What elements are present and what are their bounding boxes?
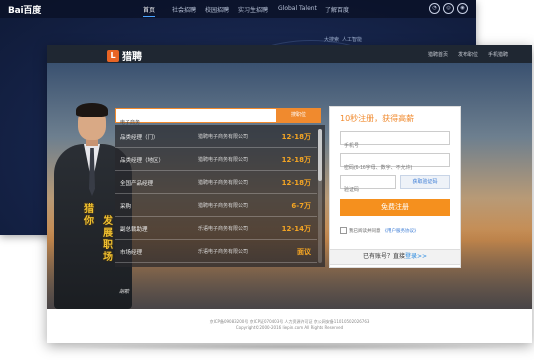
liepin-logo[interactable]: L 猎聘: [107, 48, 142, 63]
nav-global-talent[interactable]: Global Talent: [278, 5, 317, 12]
login-link[interactable]: 登录>>: [405, 253, 427, 260]
search-jobs-button[interactable]: 搜职位: [276, 108, 321, 123]
tag-ai: 人工智能: [342, 37, 363, 43]
top-links: 猎聘首页 发布职位 手机猎聘: [428, 51, 508, 58]
job-title: 副总裁助理: [120, 227, 148, 233]
window-shadow: [55, 343, 525, 351]
liepin-logo-icon: L: [107, 49, 119, 62]
job-row[interactable]: 全国产品经理 猎聘电子商务有限公司 12-18万: [115, 171, 317, 194]
agreement-link[interactable]: 《用户服务协议》: [383, 228, 419, 234]
baidu-navbar: Bai百度 首页 社会招聘 校园招聘 实习生招聘 Global Talent 了…: [0, 0, 476, 18]
agree-text: 我已阅读并同意: [349, 228, 381, 234]
job-company: 猎聘电子商务有限公司: [198, 180, 249, 186]
liepin-window: L 猎聘 猎聘首页 发布职位 手机猎聘 猎你 发展职场 胡歌 搜职位 品类经理（…: [47, 45, 532, 343]
phone-field[interactable]: [340, 131, 450, 152]
job-salary: 12-18万: [281, 133, 311, 141]
job-title: 品类经理（地区）: [120, 158, 165, 164]
nav-icons: ◔ ◎ ◉: [429, 3, 468, 14]
login-bar: 已有账号？直接登录>>: [329, 249, 461, 265]
register-title: 10秒注册，获得高薪: [340, 114, 415, 123]
login-prompt: 已有账号？直接: [362, 253, 405, 260]
job-title: 市场经理: [120, 250, 143, 256]
link-mobile-liepin[interactable]: 手机猎聘: [488, 51, 508, 58]
link-post-job[interactable]: 发布职位: [458, 51, 478, 58]
nav-campus-recruit[interactable]: 校园招聘: [205, 5, 229, 14]
job-title: 全国产品经理: [120, 181, 154, 187]
hero-banner: 猎你 发展职场 胡歌 搜职位 品类经理（门） 猎聘电子商务有限公司 12-18万…: [47, 63, 532, 309]
nav-about-baidu[interactable]: 了解百度: [325, 5, 349, 14]
job-row[interactable]: 品类经理（地区） 猎聘电子商务有限公司 12-18万: [115, 148, 317, 171]
liepin-brand: 猎聘: [122, 52, 142, 63]
liepin-topbar: L 猎聘 猎聘首页 发布职位 手机猎聘: [47, 45, 532, 63]
job-company: 猎聘电子商务有限公司: [198, 157, 249, 163]
get-code-button[interactable]: 获取验证码: [400, 175, 450, 189]
job-title: 采购: [120, 204, 132, 210]
agreement-row: 我已阅读并同意 《用户服务协议》: [340, 227, 419, 234]
phone-input[interactable]: [341, 140, 449, 152]
job-salary: 12-18万: [281, 156, 311, 164]
tag-search: 大搜索: [324, 37, 340, 43]
job-title: 品类经理（门）: [120, 135, 159, 141]
job-row[interactable]: 市场经理 乐语电子商务有限公司 面议: [115, 240, 317, 263]
job-company: 乐语电子商务有限公司: [198, 226, 249, 232]
signature: 胡歌: [119, 289, 130, 295]
code-input[interactable]: [341, 184, 395, 196]
weibo-icon[interactable]: ◎: [443, 3, 454, 14]
code-field[interactable]: [340, 175, 396, 196]
slogan-col-2: 发展职场: [103, 216, 113, 263]
baidu-logo[interactable]: Bai百度: [8, 3, 41, 16]
footer-copyright: Copyright©2000-2016 liepin.com All Right…: [235, 325, 344, 330]
job-list: 品类经理（门） 猎聘电子商务有限公司 12-18万 品类经理（地区） 猎聘电子商…: [115, 125, 325, 267]
password-field[interactable]: [340, 153, 450, 174]
user-icon[interactable]: ◔: [429, 3, 440, 14]
nav-intern-recruit[interactable]: 实习生招聘: [238, 5, 268, 14]
job-salary: 12-14万: [281, 225, 311, 233]
job-row[interactable]: 副总裁助理 乐语电子商务有限公司 12-14万: [115, 217, 317, 240]
nav-home[interactable]: 首页: [143, 5, 156, 17]
free-register-button[interactable]: 免费注册: [340, 199, 450, 216]
footer: 京ICP备09083200号 京ICP证070403号 人力资源许可证 京公网安…: [47, 309, 532, 343]
register-panel: 10秒注册，获得高薪 获取验证码 免费注册 我已阅读并同意 《用户服务协议》: [329, 106, 461, 268]
link-liepin-home[interactable]: 猎聘首页: [428, 51, 448, 58]
wechat-icon[interactable]: ◉: [457, 3, 468, 14]
job-salary: 12-18万: [281, 179, 311, 187]
job-company: 猎聘电子商务有限公司: [198, 134, 249, 140]
slogan-col-1: 猎你: [84, 204, 94, 227]
job-row[interactable]: 品类经理（门） 猎聘电子商务有限公司 12-18万: [115, 125, 317, 148]
agree-checkbox[interactable]: [340, 227, 347, 234]
job-list-scrollbar[interactable]: [318, 129, 322, 263]
job-company: 猎聘电子商务有限公司: [198, 203, 249, 209]
nav-social-recruit[interactable]: 社会招聘: [172, 5, 196, 14]
job-company: 乐语电子商务有限公司: [198, 249, 249, 255]
job-salary: 面议: [297, 248, 311, 256]
scrollbar-thumb[interactable]: [318, 129, 322, 181]
job-salary: 6-7万: [291, 202, 311, 210]
password-input[interactable]: [341, 162, 449, 174]
job-row[interactable]: 采购 猎聘电子商务有限公司 6-7万: [115, 194, 317, 217]
